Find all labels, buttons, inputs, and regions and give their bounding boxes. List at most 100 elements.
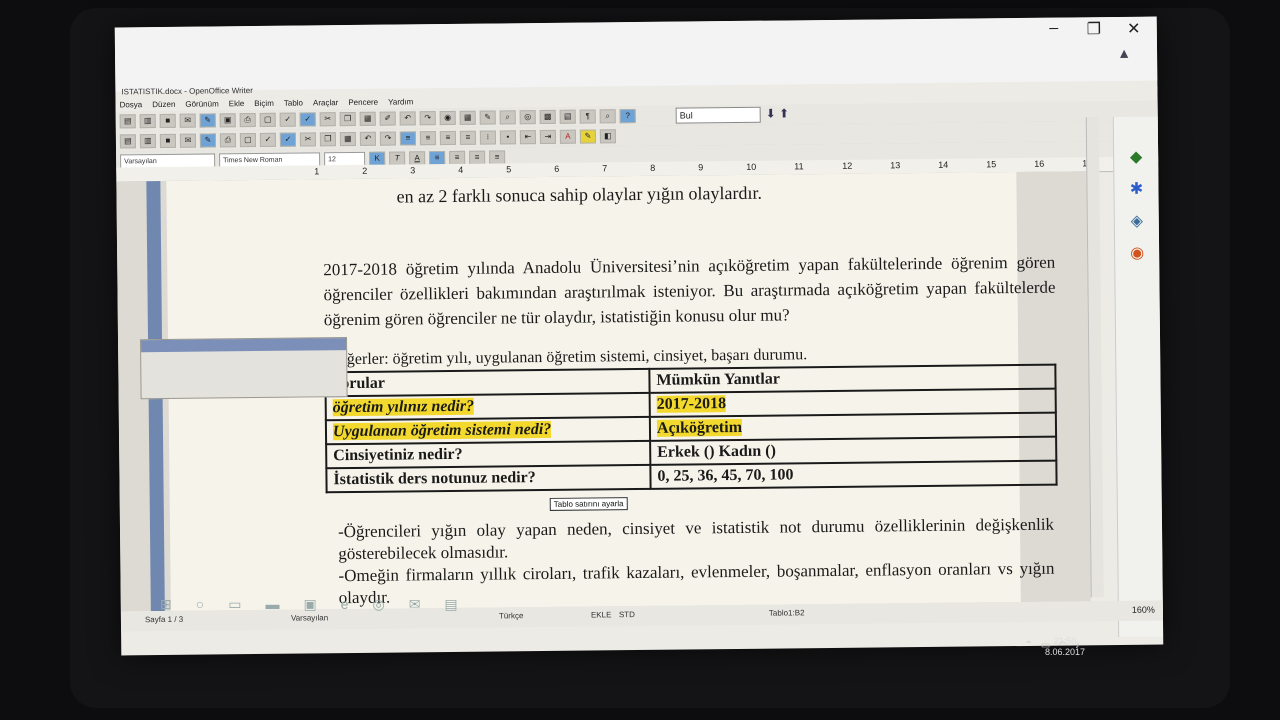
align-left-icon[interactable]: ≡ <box>399 131 416 146</box>
menu-item-help[interactable]: Yardım <box>388 97 413 106</box>
mail-icon[interactable]: ✉ <box>409 596 421 613</box>
menu-item-table[interactable]: Tablo <box>284 98 303 107</box>
font-color-icon[interactable]: A <box>559 129 576 144</box>
update-icon[interactable]: ▲ <box>1117 45 1131 61</box>
table-cell-question[interactable]: İstatistik ders notunuz nedir? <box>326 464 651 493</box>
floating-table-toolbar[interactable] <box>140 337 348 400</box>
table-cell-answer[interactable]: 0, 25, 36, 45, 70, 100 <box>650 460 1057 489</box>
edge-icon[interactable]: e <box>341 596 349 613</box>
help-icon[interactable]: ? <box>619 109 636 124</box>
table-cell-answer: Açıköğretim <box>656 418 743 437</box>
styles-icon[interactable]: ▤ <box>119 134 137 149</box>
style-list-icon[interactable]: ▥ <box>139 134 157 149</box>
highlight-icon[interactable]: ✎ <box>579 129 596 144</box>
title-bar: – ❐ ✕ ▲ <box>114 16 1158 92</box>
navigator-sidebar-icon[interactable]: ◉ <box>1127 243 1147 263</box>
table-header-questions[interactable]: Sorular <box>325 368 650 397</box>
search-icon[interactable]: ○ <box>196 596 204 613</box>
cut-icon[interactable]: ✂ <box>319 112 336 127</box>
find-icon[interactable]: ⌕ <box>499 110 516 125</box>
print-icon[interactable]: ⎙ <box>239 113 256 128</box>
background-color-icon[interactable]: ◧ <box>599 129 616 144</box>
paste-icon[interactable]: ▦ <box>359 111 376 126</box>
task-view-icon[interactable]: ▭ <box>228 596 241 613</box>
undo-icon[interactable]: ↶ <box>399 111 416 126</box>
writer-icon[interactable]: ▤ <box>444 596 457 613</box>
paste-icon-2[interactable]: ▦ <box>339 131 356 147</box>
menu-item-insert[interactable]: Ekle <box>229 99 245 108</box>
store-icon[interactable]: ▣ <box>303 596 316 613</box>
print-icon-2[interactable]: ⎙ <box>219 133 237 148</box>
taskbar-clock[interactable]: 21:50 8.06.2017 <box>1045 636 1085 658</box>
chrome-icon[interactable]: ◎ <box>372 596 384 613</box>
file-explorer-icon[interactable]: ▬ <box>265 596 279 613</box>
spellcheck-icon[interactable]: ✓ <box>279 112 296 127</box>
copy-icon-2[interactable]: ❐ <box>319 132 336 147</box>
minimize-button[interactable]: – <box>1045 20 1063 40</box>
ruler-mark: 14 <box>938 159 949 170</box>
table-icon[interactable]: ▦ <box>459 110 476 125</box>
table-cell-question[interactable]: Cinsiyetiniz nedir? <box>326 440 651 469</box>
pdf-icon[interactable]: ▣ <box>219 113 236 128</box>
table-cell-question: Uygulanan öğretim sistemi nedi? <box>332 420 552 441</box>
justify-icon[interactable]: ≡ <box>459 130 476 145</box>
undo-icon-2[interactable]: ↶ <box>359 131 376 146</box>
outdent-icon[interactable]: ⇤ <box>519 130 536 145</box>
cut-icon-2[interactable]: ✂ <box>299 132 316 147</box>
floating-toolbar-header[interactable] <box>141 338 347 353</box>
menu-item-format[interactable]: Biçim <box>254 98 274 107</box>
edit-mode-icon[interactable]: ✎ <box>199 113 216 128</box>
autospell-icon-2[interactable]: ✓ <box>279 132 296 147</box>
autospell-icon[interactable]: ✓ <box>299 112 316 127</box>
bullets-icon[interactable]: • <box>499 130 516 145</box>
maximize-button[interactable]: ❐ <box>1085 19 1103 39</box>
hyperlink-icon[interactable]: ◉ <box>439 110 456 126</box>
draw-icon[interactable]: ✎ <box>479 110 496 125</box>
datasource-icon[interactable]: ▤ <box>559 109 576 124</box>
save-icon-2[interactable]: ■ <box>159 133 177 149</box>
ruler-mark: 1 <box>314 166 320 177</box>
open-icon[interactable]: ▥ <box>139 114 156 129</box>
new-doc-icon[interactable]: ▤ <box>119 114 136 129</box>
table-cell[interactable]: Uygulanan öğretim sistemi nedi? <box>325 416 651 445</box>
navigator-icon[interactable]: ◎ <box>519 110 536 125</box>
copy-icon[interactable]: ❐ <box>339 111 356 127</box>
preview-icon-2[interactable]: ▢ <box>239 133 256 148</box>
email-icon-2[interactable]: ✉ <box>179 133 197 148</box>
align-center-icon[interactable]: ≡ <box>419 131 436 146</box>
find-input[interactable]: Bul <box>675 106 761 124</box>
ruler-mark: 2 <box>362 165 368 176</box>
format-paint-icon[interactable]: ✐ <box>379 111 396 126</box>
find-arrows-icon[interactable]: ⬇ ⬆ <box>766 106 790 120</box>
ruler-mark: 4 <box>458 164 464 175</box>
start-icon[interactable]: ⊞ <box>160 596 172 613</box>
numbering-icon[interactable]: ⁝ <box>479 130 496 145</box>
zoom-icon[interactable]: ⌕ <box>599 109 616 124</box>
menu-item-tools[interactable]: Araçlar <box>313 98 338 107</box>
tray-arrow-icon[interactable]: ⌃ <box>1024 640 1032 651</box>
menu-item-file[interactable]: Dosya <box>119 100 142 109</box>
table-cell-answer: 2017-2018 <box>656 395 727 413</box>
styles-sidebar-icon[interactable]: ✱ <box>1126 179 1146 199</box>
edit-mode-icon-2[interactable]: ✎ <box>199 133 217 148</box>
menu-item-edit[interactable]: Düzen <box>152 99 175 108</box>
ruler-mark: 15 <box>986 159 997 170</box>
nonprinting-icon[interactable]: ¶ <box>579 109 596 124</box>
indent-icon[interactable]: ⇥ <box>539 129 556 145</box>
table-cell[interactable]: öğretim yılınız nedir? <box>325 392 650 421</box>
spellcheck-icon-2[interactable]: ✓ <box>259 132 276 147</box>
ruler-mark: 10 <box>746 161 757 172</box>
gallery-sidebar-icon[interactable]: ◈ <box>1127 211 1147 231</box>
close-button[interactable]: ✕ <box>1125 19 1143 39</box>
properties-icon[interactable]: ◆ <box>1126 147 1146 167</box>
align-right-icon[interactable]: ≡ <box>439 130 456 146</box>
preview-icon[interactable]: ▢ <box>259 112 276 127</box>
redo-icon-2[interactable]: ↷ <box>379 131 396 146</box>
menu-item-window[interactable]: Pencere <box>348 97 378 106</box>
save-icon[interactable]: ■ <box>159 113 176 129</box>
redo-icon[interactable]: ↷ <box>419 111 436 126</box>
email-icon[interactable]: ✉ <box>179 113 196 128</box>
ruler-mark: 6 <box>554 163 560 174</box>
menu-item-view[interactable]: Görünüm <box>185 99 218 108</box>
gallery-icon[interactable]: ▩ <box>539 109 556 125</box>
